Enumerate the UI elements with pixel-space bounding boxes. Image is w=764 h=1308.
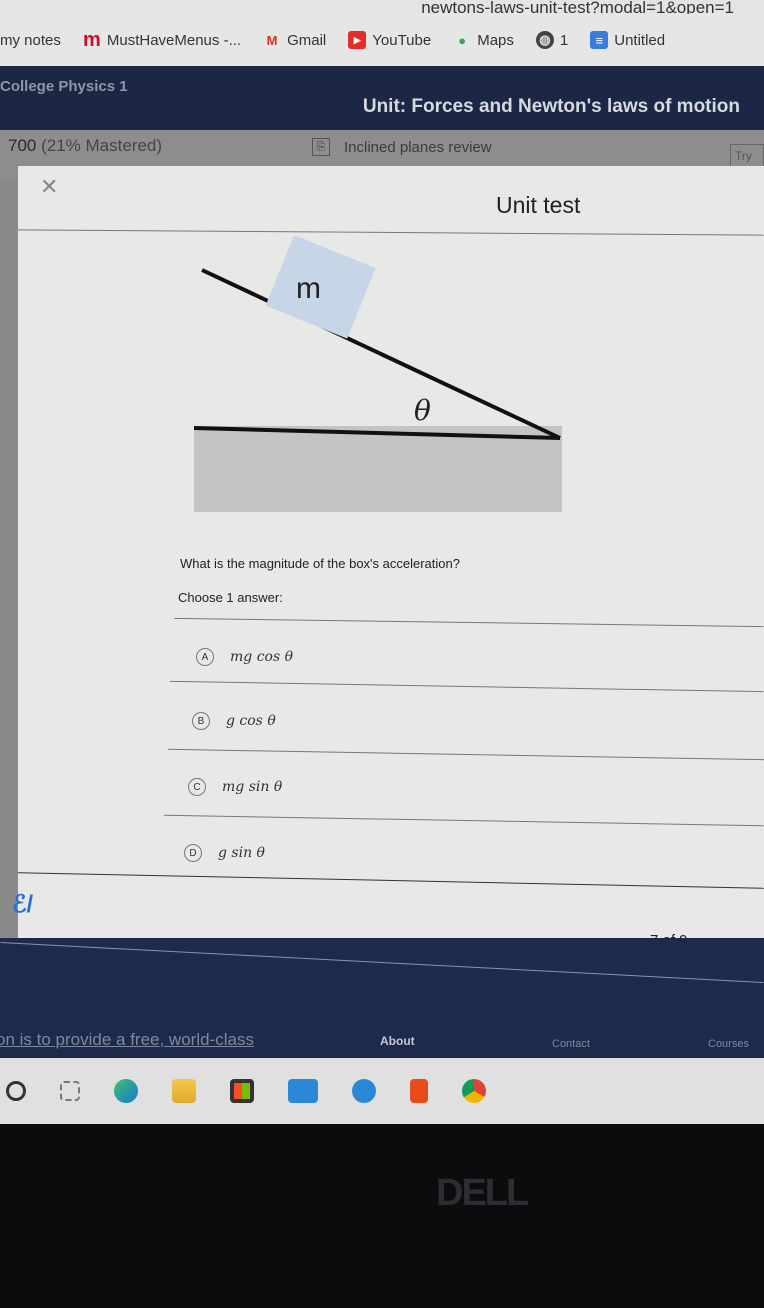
bookmark-label: YouTube — [372, 31, 432, 49]
unit-test-modal: ✕ Unit test m θ What is the magnitude of… — [12, 166, 764, 949]
divider — [174, 617, 764, 628]
bookmark-label: my notes — [0, 31, 61, 49]
answer-option-a[interactable]: Amg cos θ — [196, 648, 293, 666]
review-link[interactable]: ⎘ Inclined planes review — [312, 138, 492, 156]
course-title[interactable]: College Physics 1 — [0, 78, 128, 95]
search-circle-icon[interactable] — [6, 1081, 26, 1101]
tool-icon[interactable] — [352, 1079, 376, 1103]
answer-option-c[interactable]: Cmg sin θ — [188, 778, 282, 796]
site-footer: on is to provide a free, world-class Abo… — [0, 938, 764, 1058]
inclined-plane-diagram: m θ — [193, 236, 562, 512]
option-text: mg sin θ — [222, 779, 283, 795]
unit-title: Unit: Forces and Newton's laws of motion — [362, 96, 740, 117]
divider — [18, 872, 764, 889]
choose-label: Choose 1 answer: — [178, 590, 283, 605]
answer-option-d[interactable]: Dg sin θ — [184, 844, 265, 862]
gmail-icon: M — [266, 32, 278, 48]
bookmark-label: Untitled — [614, 31, 666, 49]
bookmark-my-notes[interactable]: my notes — [0, 32, 61, 49]
store-icon[interactable] — [230, 1079, 254, 1103]
task-view-icon[interactable] — [60, 1081, 80, 1101]
mission-text: on is to provide a free, world-class — [0, 1030, 254, 1049]
incline-line — [201, 268, 561, 440]
bookmark-musthavemenus[interactable]: m MustHaveMenus -... — [82, 28, 242, 51]
answer-option-b[interactable]: Bg cos θ — [192, 712, 276, 730]
angle-label: θ — [414, 394, 431, 427]
dell-logo: DELL — [436, 1172, 529, 1214]
course-header: College Physics 1 Unit: Forces and Newto… — [0, 66, 764, 130]
option-letter: B — [192, 712, 210, 730]
bookmark-label: Gmail — [287, 31, 327, 49]
youtube-icon: ▶ — [348, 31, 367, 49]
divider — [0, 942, 764, 983]
bookmark-label: MustHaveMenus -... — [106, 31, 242, 49]
chrome-icon[interactable] — [462, 1079, 486, 1103]
option-text: mg cos θ — [230, 649, 294, 665]
bookmark-maps[interactable]: ● Maps — [453, 31, 514, 49]
bookmarks-bar: my notes m MustHaveMenus -... M Gmail ▶ You… — [0, 14, 764, 66]
footer-link-courses[interactable]: Courses — [708, 1038, 749, 1050]
points: 700 — [8, 136, 37, 155]
globe-icon: ◍ — [535, 31, 554, 49]
scratchpad-icon[interactable]: ℰ/ — [12, 890, 33, 919]
office-icon[interactable] — [410, 1079, 428, 1103]
bookmark-untitled[interactable]: ≡ Untitled — [590, 31, 665, 49]
review-label: Inclined planes review — [344, 138, 492, 156]
maps-icon: ● — [458, 32, 467, 48]
bookmark-youtube[interactable]: ▶ YouTube — [348, 31, 431, 49]
musthavemenus-icon: m — [82, 28, 101, 51]
edge-icon[interactable] — [114, 1079, 138, 1103]
option-text: g sin θ — [218, 845, 265, 861]
close-icon[interactable]: ✕ — [40, 174, 58, 200]
divider — [164, 814, 764, 827]
option-letter: D — [184, 844, 202, 862]
bookmark-globe[interactable]: ◍ 1 — [535, 31, 569, 49]
divider — [168, 748, 764, 761]
option-text: g cos θ — [226, 713, 276, 729]
divider — [18, 229, 764, 236]
docs-icon: ≡ — [590, 31, 609, 49]
footer-link-contact[interactable]: Contact — [552, 1038, 590, 1050]
modal-title: Unit test — [496, 192, 581, 218]
footer-link-about[interactable]: About — [380, 1034, 415, 1048]
mastery-percent: (21% Mastered) — [41, 136, 163, 155]
divider — [170, 680, 764, 693]
bookmark-label: Maps — [477, 31, 514, 49]
bookmark-label: 1 — [559, 31, 569, 49]
question-text: What is the magnitude of the box's accel… — [180, 556, 460, 571]
article-icon: ⎘ — [312, 138, 330, 156]
file-explorer-icon[interactable] — [172, 1079, 196, 1103]
ground-block — [194, 426, 562, 512]
mail-icon[interactable] — [288, 1079, 318, 1103]
windows-taskbar — [0, 1058, 764, 1124]
bookmark-gmail[interactable]: M Gmail — [263, 31, 327, 49]
mass-label: m — [296, 272, 321, 305]
mastery-points: 700 (21% Mastered) — [8, 136, 162, 156]
background-page — [0, 180, 20, 940]
option-letter: C — [188, 778, 206, 796]
option-letter: A — [196, 648, 214, 666]
